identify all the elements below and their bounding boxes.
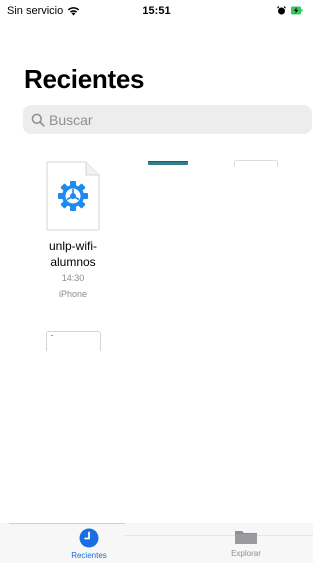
page-title: Recientes <box>24 64 145 94</box>
tab-explorar-label: Explorar <box>231 549 261 558</box>
tab-explorar[interactable]: Explorar <box>206 528 286 558</box>
file-location: iPhone <box>58 289 88 299</box>
file-time: 14:30 <box>61 273 85 283</box>
folder-icon <box>235 531 257 544</box>
search-icon <box>31 113 45 127</box>
thumbnail-mark <box>51 335 53 336</box>
search-placeholder: Buscar <box>49 111 93 128</box>
status-time: 15:51 <box>142 5 171 17</box>
status-right <box>277 6 303 15</box>
tab-recientes[interactable]: Recientes <box>49 528 129 560</box>
clock-icon <box>79 528 99 548</box>
status-bar: Sin servicio 15:51 <box>0 0 313 22</box>
file-thumbnail-blank[interactable] <box>234 160 278 167</box>
file-thumbnail-teal-edge <box>148 161 188 162</box>
document-thumbnail[interactable] <box>46 161 100 231</box>
gear-icon <box>58 181 88 211</box>
file-name-line2: alumnos <box>50 255 96 269</box>
alarm-icon <box>277 6 286 15</box>
files-app-screen: Sin servicio 15:51 Recientes Buscar unlp… <box>0 0 313 563</box>
tab-recientes-label: Recientes <box>71 551 107 560</box>
file-thumbnail-second-row[interactable] <box>46 331 101 351</box>
battery-charging-icon <box>291 6 303 15</box>
search-field[interactable]: Buscar <box>23 105 312 134</box>
tab-bar-divider <box>9 523 125 524</box>
file-name-line1: unlp-wifi- <box>48 239 97 253</box>
